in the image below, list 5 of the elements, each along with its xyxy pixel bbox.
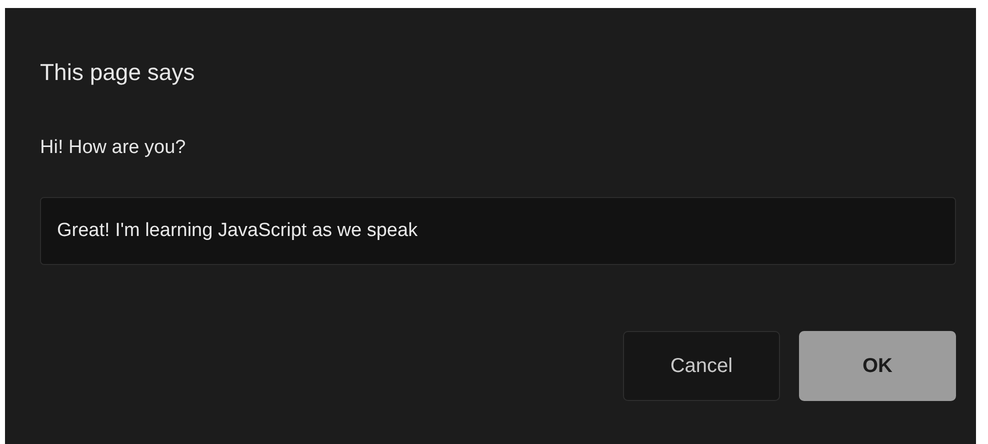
dialog-message: Hi! How are you? [40,136,187,160]
input-field[interactable]: Great! I'm learning JavaScript as we speak [40,197,956,265]
dialog-title: This page says [40,58,196,86]
ok-button[interactable]: OK [799,331,956,401]
cancel-button[interactable]: Cancel [623,331,780,401]
